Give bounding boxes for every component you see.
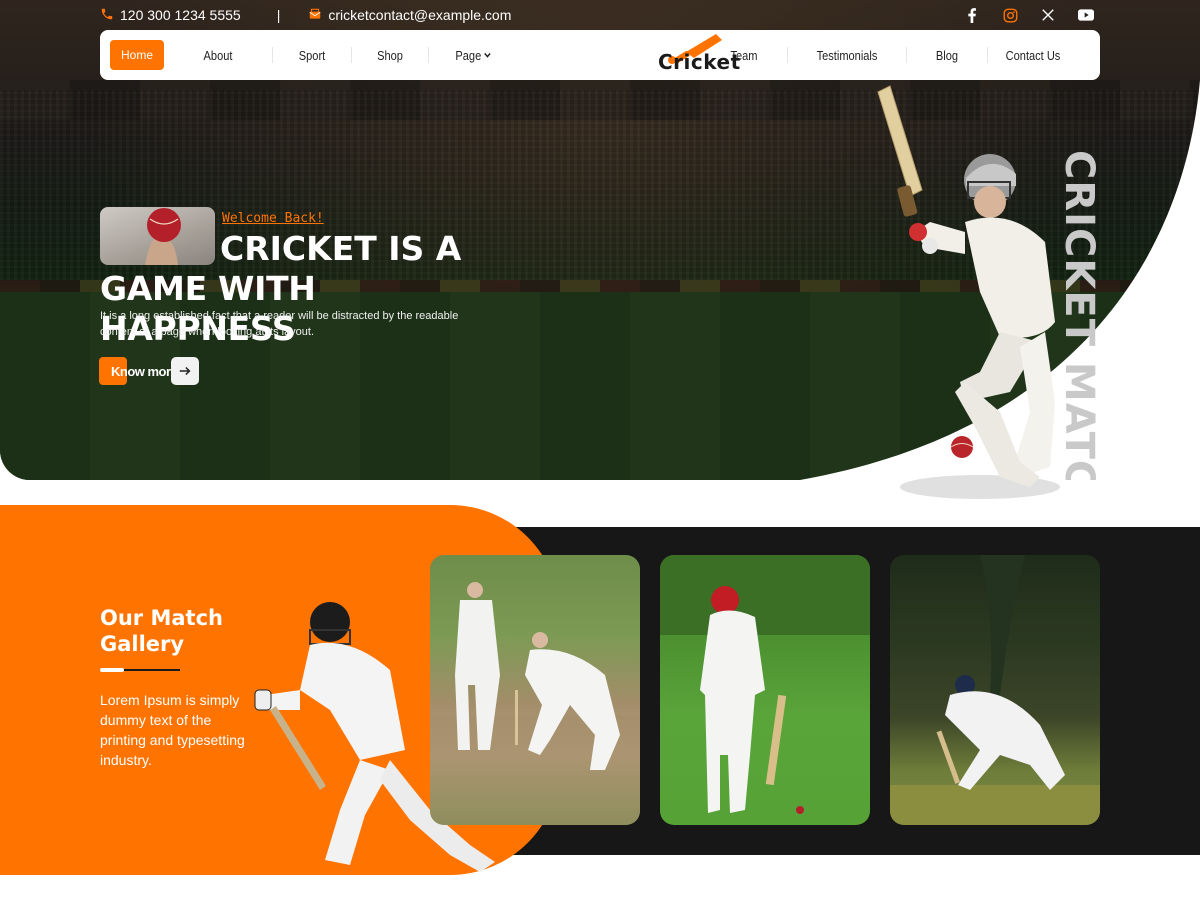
top-contact-bar: 120 300 1234 5555 | cricketcontact@examp… xyxy=(100,0,1100,30)
nav-sport[interactable]: Sport xyxy=(279,30,345,80)
gallery-photo-batsman-walking[interactable] xyxy=(660,555,870,825)
hero-description: It is a long established fact that a rea… xyxy=(100,310,459,338)
hero-title-line1: CRICKET IS A xyxy=(220,229,462,268)
nav-divider xyxy=(987,47,988,63)
gallery-description: Lorem Ipsum is simply dummy text of the … xyxy=(100,692,245,768)
phone-icon xyxy=(100,7,114,24)
nav-divider xyxy=(351,47,352,63)
nav-page-label: Page xyxy=(455,47,482,63)
arrow-right-icon xyxy=(178,364,192,378)
nav-left-group: Home About Sport Shop Page xyxy=(100,30,517,80)
welcome-text: Welcome Back! xyxy=(222,211,324,226)
facebook-icon[interactable] xyxy=(964,7,980,23)
arrow-right-button[interactable] xyxy=(171,357,199,385)
gallery-title: Our Match Gallery xyxy=(100,606,223,656)
gallery-photo-batsman-crouch[interactable] xyxy=(890,555,1100,825)
nav-team[interactable]: Team xyxy=(707,30,780,80)
gallery-photo-bowler[interactable] xyxy=(430,555,640,825)
nav-home[interactable]: Home xyxy=(110,40,164,70)
nav-page-dropdown[interactable]: Page xyxy=(436,30,511,80)
nav-blog[interactable]: Blog xyxy=(913,30,981,80)
email-contact[interactable]: cricketcontact@example.com xyxy=(308,7,511,24)
youtube-icon[interactable] xyxy=(1078,7,1094,23)
nav-contact-us[interactable]: Contact Us xyxy=(995,30,1072,80)
vertical-watermark-text: CRICKET MATCH xyxy=(1058,150,1102,480)
hero-batsman-image xyxy=(877,85,1060,499)
nav-divider xyxy=(906,47,907,63)
phone-contact[interactable]: 120 300 1234 5555 xyxy=(100,7,241,24)
phone-number: 120 300 1234 5555 xyxy=(120,7,241,23)
nav-right-group: Team Testimonials Blog Contact Us xyxy=(701,30,1100,80)
nav-divider xyxy=(787,47,788,63)
nav-divider xyxy=(272,47,273,63)
gallery-underline-accent xyxy=(100,668,124,672)
nav-about[interactable]: About xyxy=(172,30,264,80)
x-icon[interactable] xyxy=(1040,7,1056,23)
nav-testimonials[interactable]: Testimonials xyxy=(797,30,897,80)
nav-shop[interactable]: Shop xyxy=(358,30,423,80)
chevron-down-icon xyxy=(483,52,491,58)
social-links xyxy=(964,7,1094,23)
contact-separator: | xyxy=(276,7,281,23)
instagram-icon[interactable] xyxy=(1002,7,1018,23)
know-more-label[interactable]: Know more xyxy=(111,364,178,379)
email-icon xyxy=(308,7,322,24)
email-address: cricketcontact@example.com xyxy=(328,7,512,23)
nav-divider xyxy=(428,47,429,63)
main-navigation: Home About Sport Shop Page Cricket Team … xyxy=(100,30,1100,80)
